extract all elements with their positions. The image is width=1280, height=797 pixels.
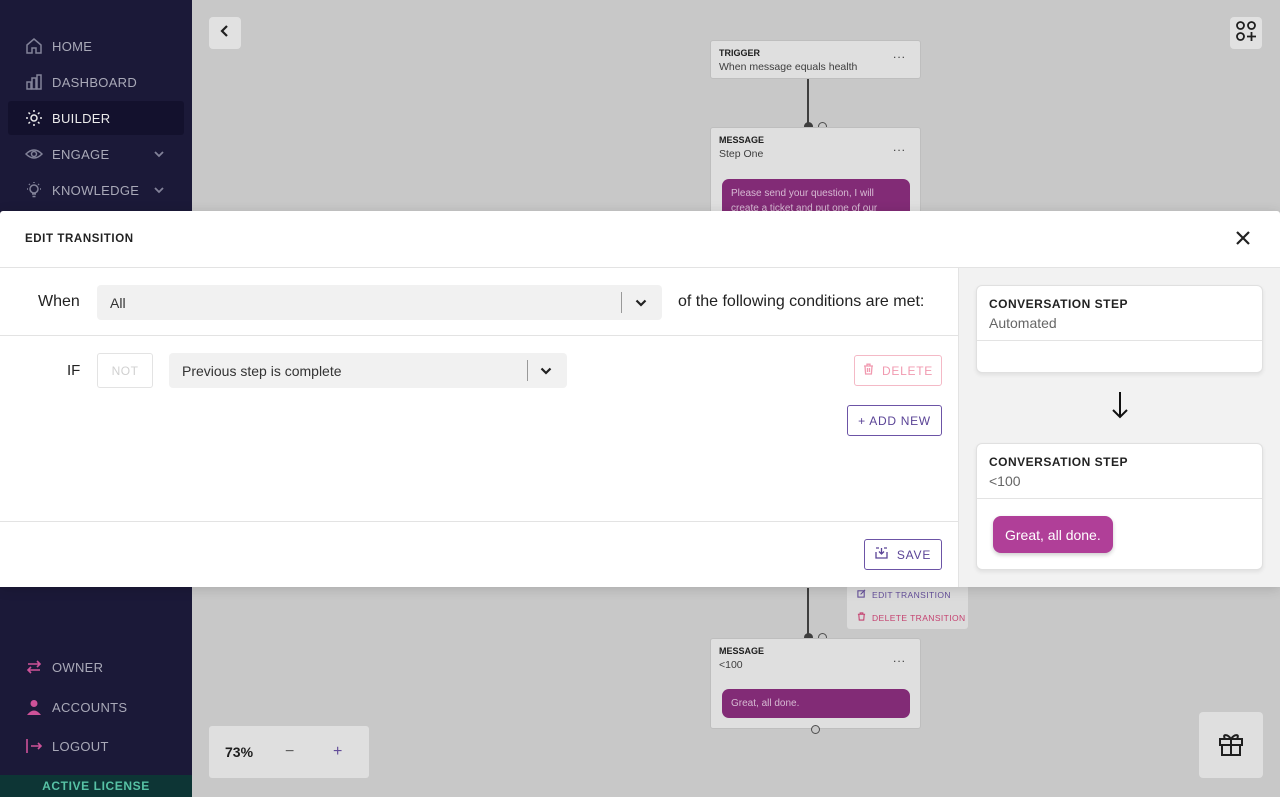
- step-label: CONVERSATION STEP: [989, 297, 1128, 311]
- step-subtitle: <100: [989, 473, 1021, 489]
- step-label: CONVERSATION STEP: [989, 455, 1128, 469]
- conditions-text: of the following conditions are met:: [678, 293, 925, 310]
- card-divider: [977, 340, 1262, 341]
- conditions-panel: When All of the following conditions are…: [0, 268, 958, 587]
- trash-icon: [863, 363, 874, 378]
- edit-transition-modal: EDIT TRANSITION When All of the followin…: [0, 211, 1280, 587]
- when-row: When All of the following conditions are…: [0, 268, 958, 336]
- condition-value: Previous step is complete: [182, 363, 342, 379]
- from-step-card: CONVERSATION STEP Automated: [976, 285, 1263, 373]
- match-mode-select[interactable]: All: [97, 285, 662, 320]
- save-icon: [875, 547, 888, 562]
- modal-footer: SAVE: [0, 521, 958, 587]
- chevron-down-icon: [539, 364, 553, 378]
- modal-header: EDIT TRANSITION: [0, 211, 1280, 268]
- card-divider: [977, 498, 1262, 499]
- not-toggle[interactable]: NOT: [97, 353, 153, 388]
- modal-title: EDIT TRANSITION: [25, 233, 134, 245]
- save-label: SAVE: [896, 547, 932, 562]
- match-mode-value: All: [110, 295, 126, 311]
- close-button[interactable]: [1232, 229, 1254, 251]
- add-condition-button[interactable]: + ADD NEW: [847, 405, 942, 436]
- when-label: When: [38, 293, 80, 310]
- arrow-down-icon: [1109, 390, 1131, 420]
- step-subtitle: Automated: [989, 315, 1057, 331]
- close-icon: [1235, 230, 1251, 251]
- select-divider: [527, 360, 528, 381]
- if-label: IF: [67, 362, 81, 379]
- to-step-card: CONVERSATION STEP <100 Great, all done.: [976, 443, 1263, 570]
- save-button[interactable]: SAVE: [864, 539, 942, 570]
- delete-condition-button[interactable]: DELETE: [854, 355, 942, 386]
- chevron-down-icon: [634, 296, 648, 310]
- transition-preview: CONVERSATION STEP Automated CONVERSATION…: [958, 268, 1280, 587]
- condition-select[interactable]: Previous step is complete: [169, 353, 567, 388]
- delete-label: DELETE: [882, 363, 933, 378]
- select-divider: [621, 292, 622, 313]
- message-bubble: Great, all done.: [993, 516, 1113, 553]
